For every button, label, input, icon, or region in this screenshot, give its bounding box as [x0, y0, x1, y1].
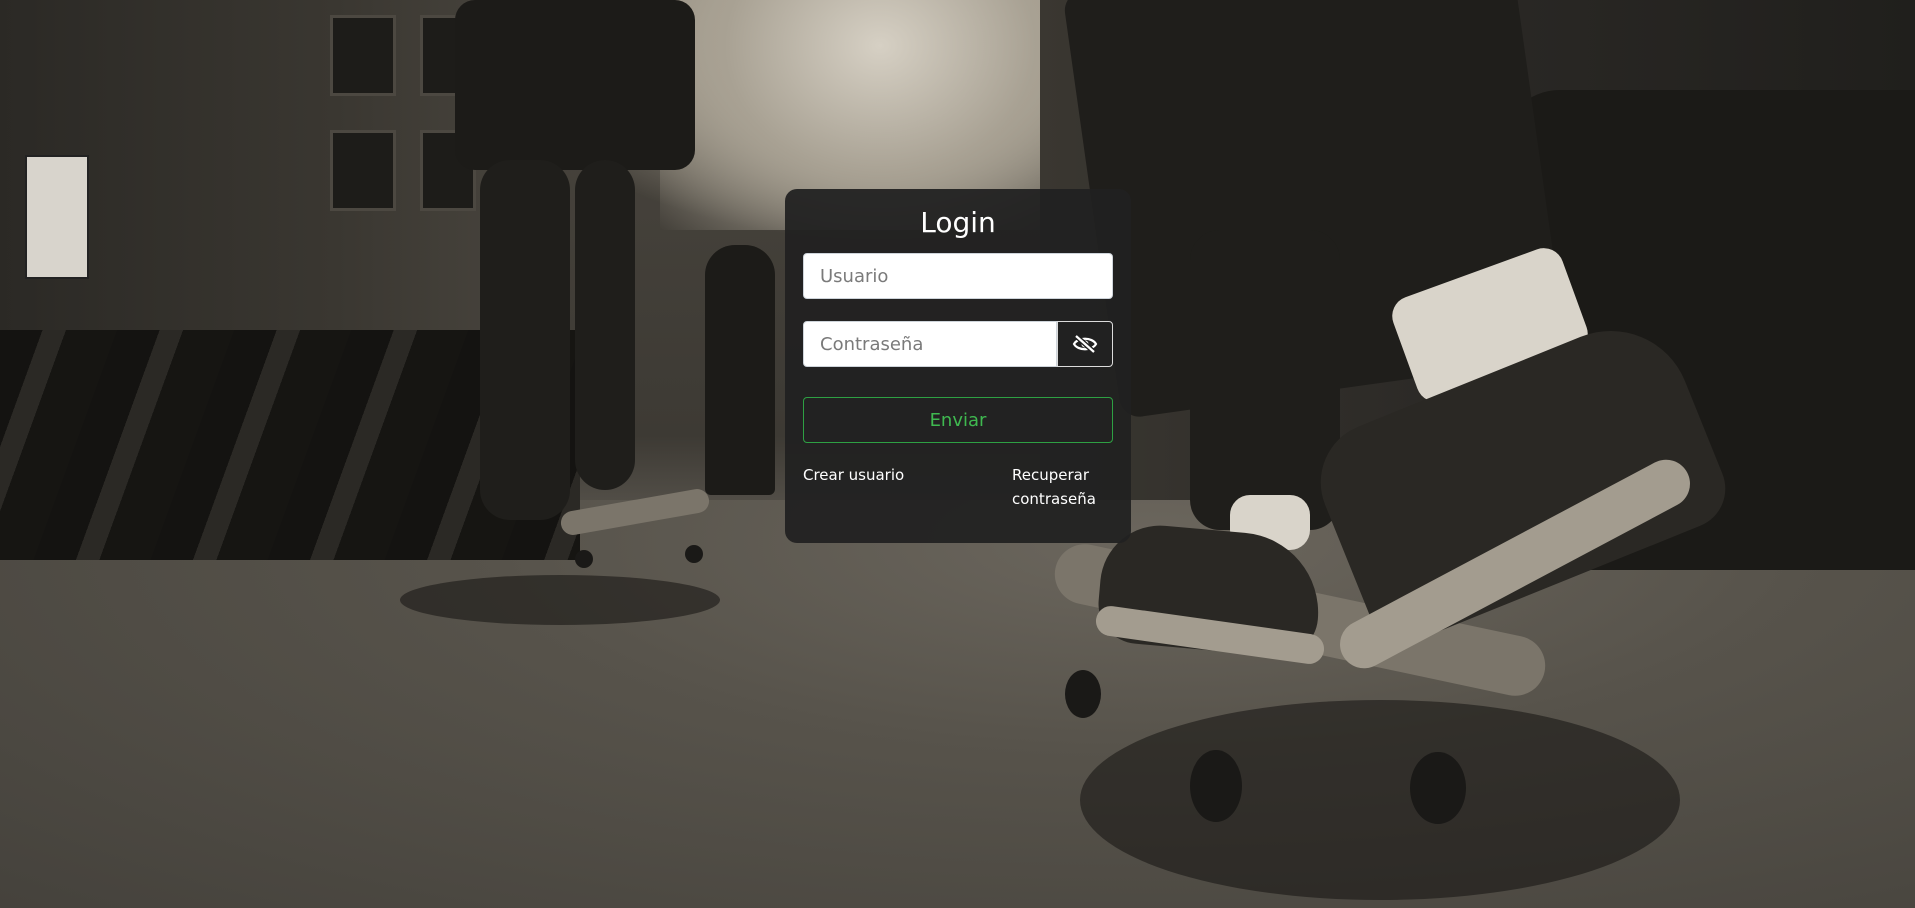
- building-window: [330, 15, 396, 96]
- submit-button[interactable]: Enviar: [803, 397, 1113, 443]
- skater-leg: [575, 160, 635, 490]
- skater-leg: [480, 160, 570, 520]
- skateboard-wheel: [1190, 750, 1242, 822]
- skater-shadow: [1080, 700, 1680, 900]
- recover-password-link[interactable]: Recuperar contraseña: [1012, 463, 1122, 511]
- login-links: Crear usuario Recuperar contraseña: [803, 463, 1113, 523]
- skateboard-wheel: [1065, 670, 1101, 718]
- street-sign: [25, 155, 89, 279]
- skateboard-wheel: [685, 545, 703, 563]
- skateboard-wheel: [1410, 752, 1466, 824]
- skater-jacket: [455, 0, 695, 170]
- building-window: [330, 130, 396, 211]
- skateboard-wheel: [575, 550, 593, 568]
- pedestrian: [705, 245, 775, 495]
- password-visibility-toggle[interactable]: [1057, 321, 1113, 367]
- eye-slash-icon: [1072, 334, 1098, 354]
- login-title: Login: [920, 206, 996, 239]
- password-input[interactable]: [803, 321, 1057, 367]
- username-input[interactable]: [803, 253, 1113, 299]
- skater-leg: [1190, 230, 1340, 530]
- password-group: [803, 321, 1113, 367]
- create-user-link[interactable]: Crear usuario: [803, 463, 904, 487]
- skater-shadow: [400, 575, 720, 625]
- login-card: Login Enviar Crear usuario Recuperar con…: [785, 189, 1131, 543]
